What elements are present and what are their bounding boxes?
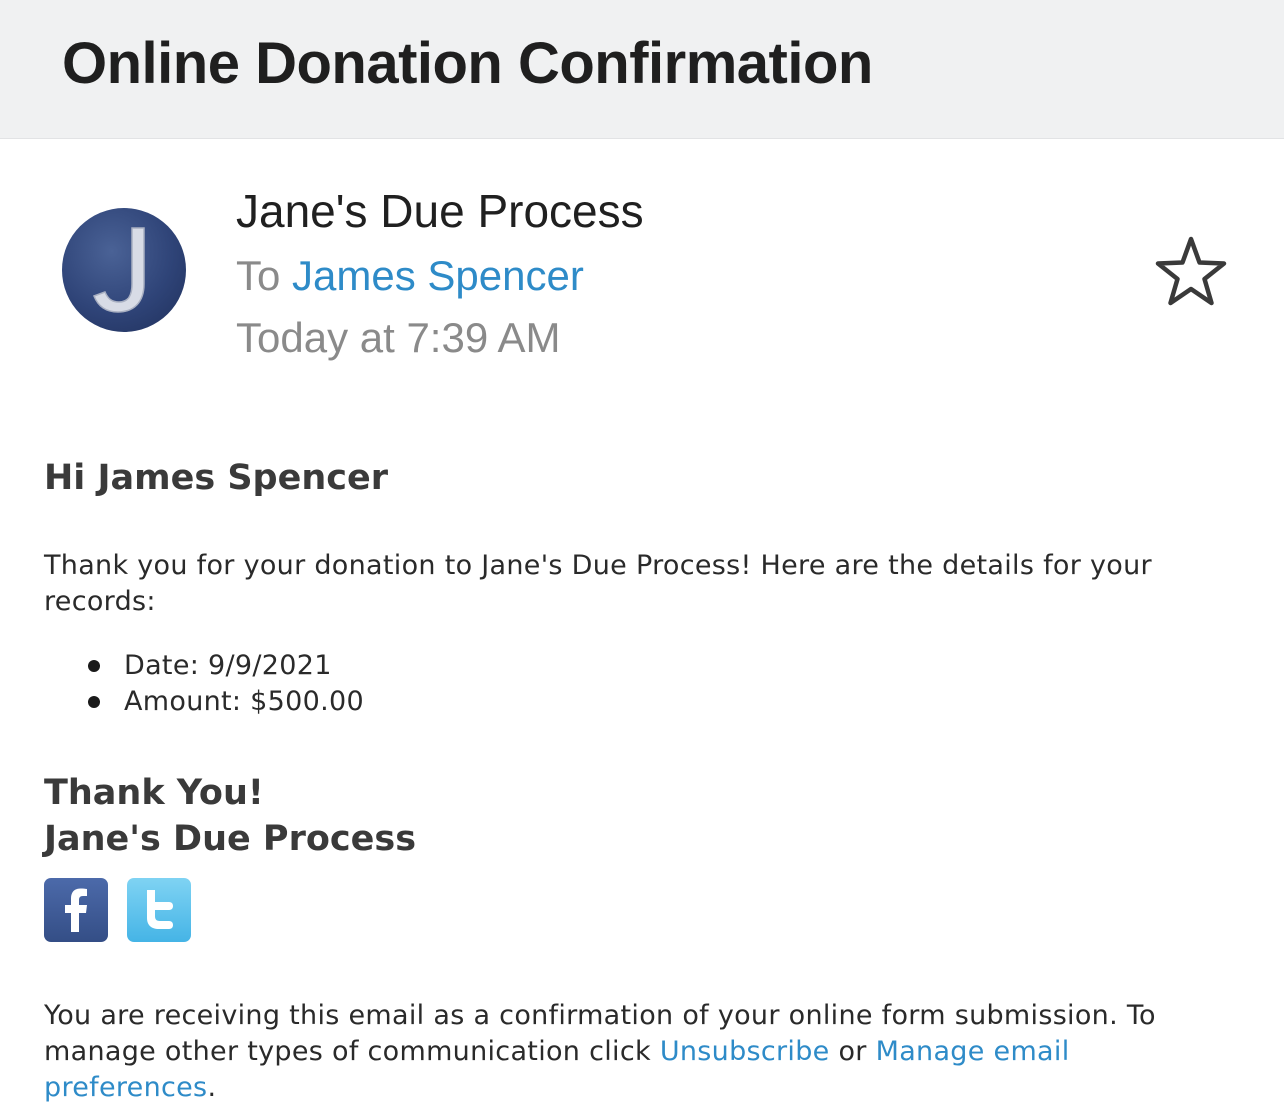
footer-paragraph: You are receiving this email as a confir… <box>44 998 1244 1106</box>
star-outline-icon <box>1155 236 1227 306</box>
footer-end-punct: . <box>207 1072 217 1103</box>
subject-header: Online Donation Confirmation <box>0 0 1284 139</box>
detail-amount: Amount: $500.00 <box>86 684 364 720</box>
intro-paragraph: Thank you for your donation to Jane's Du… <box>44 550 1152 617</box>
footer-connector: or <box>838 1036 867 1067</box>
signoff-block: Thank You! Jane's Due Process <box>44 770 416 862</box>
greeting-heading: Hi James Spencer <box>44 458 389 498</box>
thank-you-text: Thank You! <box>44 773 264 813</box>
detail-date: Date: 9/9/2021 <box>86 648 364 684</box>
facebook-button[interactable] <box>44 878 108 942</box>
email-subject: Online Donation Confirmation <box>62 31 873 96</box>
unsubscribe-link[interactable]: Unsubscribe <box>660 1036 830 1067</box>
twitter-button[interactable] <box>127 878 191 942</box>
bullet-icon <box>88 660 100 672</box>
recipient-line: To James Spencer <box>236 252 584 300</box>
donation-details-list: Date: 9/9/2021 Amount: $500.00 <box>86 648 364 720</box>
sender-avatar <box>62 208 186 332</box>
bullet-icon <box>88 696 100 708</box>
sender-name: Jane's Due Process <box>236 185 644 237</box>
avatar-letter-j-icon <box>93 227 145 313</box>
recipient-name[interactable]: James Spencer <box>292 252 584 299</box>
star-button[interactable] <box>1152 234 1230 310</box>
facebook-icon <box>65 888 87 932</box>
twitter-icon <box>147 890 173 929</box>
signature-text: Jane's Due Process <box>44 819 417 859</box>
email-timestamp: Today at 7:39 AM <box>236 314 561 361</box>
detail-date-text: Date: 9/9/2021 <box>124 650 332 681</box>
to-label: To <box>236 252 281 299</box>
detail-amount-text: Amount: $500.00 <box>124 686 364 717</box>
